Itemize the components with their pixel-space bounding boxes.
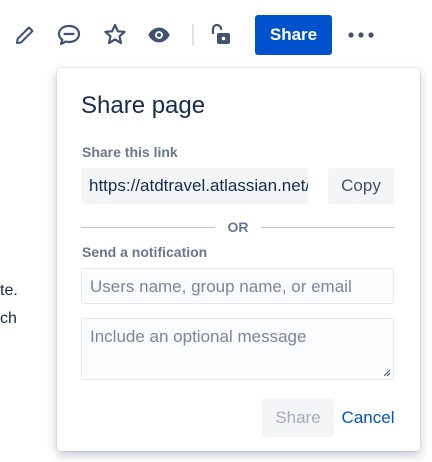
restrictions-unlocked-icon[interactable] bbox=[207, 22, 233, 48]
page-toolbar: Share bbox=[0, 0, 432, 70]
message-textarea[interactable]: Include an optional message bbox=[81, 318, 394, 380]
background-page-text: ch bbox=[0, 310, 17, 327]
or-divider-left bbox=[81, 227, 215, 228]
share-link-label: Share this link bbox=[82, 144, 178, 160]
edit-icon[interactable] bbox=[12, 22, 38, 48]
or-divider-right bbox=[261, 227, 394, 228]
toolbar-divider bbox=[192, 24, 194, 46]
watch-icon[interactable] bbox=[146, 22, 172, 48]
comment-icon[interactable] bbox=[56, 22, 82, 48]
more-icon[interactable] bbox=[346, 22, 376, 48]
message-placeholder: Include an optional message bbox=[90, 327, 307, 346]
cancel-button[interactable]: Cancel bbox=[338, 399, 398, 437]
share-link-field[interactable]: https://atdtravel.atlassian.net/wiki/spa… bbox=[81, 168, 308, 204]
notification-label: Send a notification bbox=[82, 244, 208, 260]
dialog-share-button[interactable]: Share bbox=[262, 399, 334, 437]
share-dialog: Share page Share this link https://atdtr… bbox=[57, 68, 420, 451]
copy-button[interactable]: Copy bbox=[328, 168, 394, 204]
or-separator: OR bbox=[227, 219, 249, 235]
share-button[interactable]: Share bbox=[255, 15, 332, 55]
users-input[interactable]: Users name, group name, or email bbox=[81, 268, 394, 304]
dialog-title: Share page bbox=[81, 92, 206, 119]
resize-handle-icon[interactable] bbox=[383, 369, 391, 377]
star-icon[interactable] bbox=[102, 22, 128, 48]
background-page-text: te. bbox=[0, 282, 18, 299]
